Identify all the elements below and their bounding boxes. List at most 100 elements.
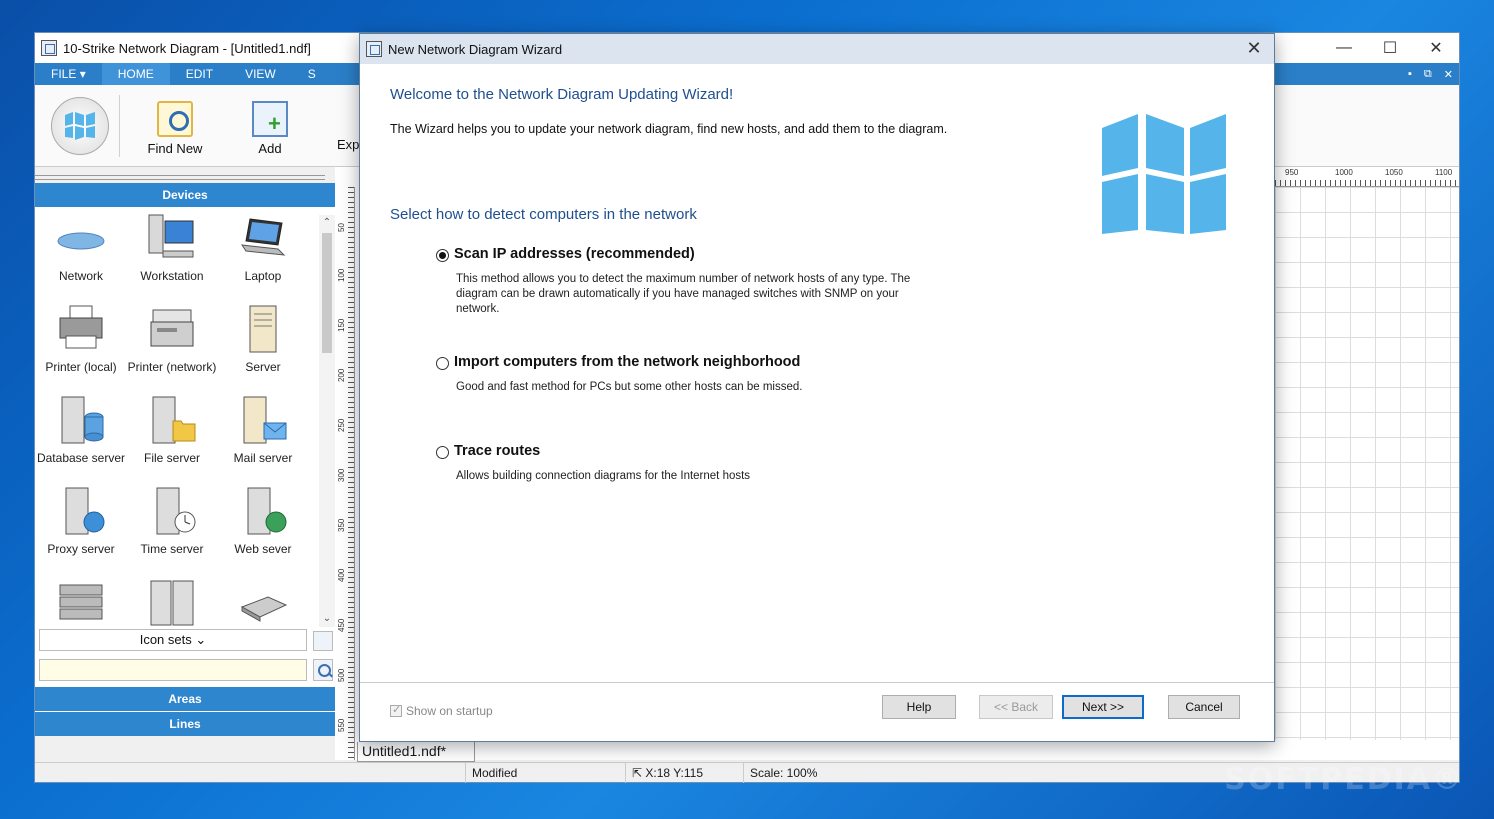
device-proxy-server[interactable]: Proxy server: [35, 486, 127, 557]
panel-grip[interactable]: [35, 175, 325, 180]
router-icon: [238, 577, 288, 627]
devices-scrollbar[interactable]: ⌃ ⌄: [319, 215, 335, 627]
time-server-icon: [147, 486, 197, 536]
window-controls: — ☐ ✕: [1321, 33, 1459, 63]
close-icon[interactable]: ✕: [1413, 33, 1459, 63]
status-coords: ⇱ X:18 Y:115: [625, 763, 743, 783]
device-mail-server[interactable]: Mail server: [217, 395, 309, 466]
device-label: Network: [58, 269, 103, 283]
device-web-server[interactable]: Web sever: [217, 486, 309, 557]
add-label: Add: [258, 141, 282, 156]
add-icon: [252, 101, 288, 137]
status-coords-label: X:18 Y:115: [645, 766, 704, 780]
icon-settings-button[interactable]: [313, 631, 333, 651]
ruler-v-label: 200: [337, 368, 346, 382]
wizard-title: New Network Diagram Wizard: [388, 41, 563, 57]
app-menu-button[interactable]: [51, 97, 109, 155]
ruler-v-label: 550: [337, 718, 346, 732]
device-label: Web sever: [234, 542, 292, 556]
device-server[interactable]: Server: [217, 304, 309, 375]
radio-import-neighborhood[interactable]: [436, 357, 449, 370]
left-panel: Devices Network Workstation Laptop Print…: [35, 175, 335, 736]
app-icon: [41, 40, 57, 56]
chevron-down-icon: ▾: [79, 67, 86, 81]
printer-icon: [56, 304, 106, 354]
device-label: Time server: [140, 542, 204, 556]
help-button[interactable]: Help: [882, 695, 956, 719]
pointer-icon: ⇱: [632, 766, 643, 780]
ribbon-separator: [119, 95, 120, 157]
vertical-ruler: 50 100 150 200 250 300 350 400 450 500 5…: [335, 187, 355, 760]
switch-stack-icon: [56, 577, 106, 627]
device-printer-network[interactable]: Printer (network): [126, 304, 218, 375]
workstation-icon: [147, 213, 197, 263]
areas-header[interactable]: Areas: [35, 687, 335, 711]
device-label: Printer (network): [127, 360, 217, 374]
device-label: Workstation: [140, 269, 204, 283]
devices-grid: Network Workstation Laptop Printer (loca: [35, 213, 317, 627]
search-input[interactable]: [39, 659, 307, 681]
wizard-dialog: New Network Diagram Wizard ✕ Welcome to …: [359, 33, 1275, 742]
radio-trace-routes[interactable]: [436, 446, 449, 459]
icon-sets-label: Icon sets: [139, 632, 192, 647]
device-label: Server: [245, 360, 281, 374]
tab-file[interactable]: FILE ▾: [35, 63, 102, 85]
device-label: Laptop: [244, 269, 282, 283]
icon-sets-dropdown[interactable]: Icon sets ⌄: [39, 629, 307, 651]
device-rack[interactable]: [126, 577, 218, 627]
network-printer-icon: [147, 304, 197, 354]
close-icon[interactable]: ✕: [1242, 36, 1266, 60]
scroll-up-icon[interactable]: ⌃: [319, 215, 335, 231]
tab-view[interactable]: VIEW: [229, 63, 292, 85]
tab-home[interactable]: HOME: [101, 63, 170, 85]
device-switch[interactable]: [35, 577, 127, 627]
find-new-button[interactable]: Find New: [145, 101, 205, 156]
ruler-v-label: 250: [337, 418, 346, 432]
tab-s[interactable]: S: [292, 63, 332, 85]
add-button[interactable]: Add: [245, 101, 295, 156]
cloud-icon: [56, 213, 106, 263]
device-printer-local[interactable]: Printer (local): [35, 304, 127, 375]
windows-logo-icon: [1102, 114, 1226, 234]
device-label: Printer (local): [45, 360, 117, 374]
chevron-down-icon: ⌄: [195, 632, 207, 647]
wizard-app-icon: [366, 41, 382, 57]
device-file-server[interactable]: File server: [126, 395, 218, 466]
device-laptop[interactable]: Laptop: [217, 213, 309, 284]
minimize-icon[interactable]: —: [1321, 33, 1367, 63]
device-label: File server: [143, 451, 200, 465]
ruler-v-label: 450: [337, 618, 346, 632]
devices-header[interactable]: Devices: [35, 183, 335, 207]
wizard-subheading: Select how to detect computers in the ne…: [390, 206, 697, 223]
scroll-thumb[interactable]: [322, 233, 332, 353]
option-desc: Allows building connection diagrams for …: [456, 470, 751, 482]
mail-server-icon: [238, 395, 288, 445]
maximize-icon[interactable]: ☐: [1367, 33, 1413, 63]
server-icon: [238, 304, 288, 354]
tab-edit[interactable]: EDIT: [170, 63, 229, 85]
device-time-server[interactable]: Time server: [126, 486, 218, 557]
mdi-restore-icon[interactable]: ⧉: [1424, 68, 1432, 81]
search-icon[interactable]: [313, 659, 333, 681]
device-workstation[interactable]: Workstation: [126, 213, 218, 284]
device-router[interactable]: [217, 577, 309, 627]
next-button[interactable]: Next >>: [1062, 695, 1144, 719]
lines-header[interactable]: Lines: [35, 712, 335, 736]
back-button[interactable]: << Back: [979, 695, 1053, 719]
radio-scan-ip[interactable]: [436, 249, 449, 262]
option-desc: This method allows you to detect the max…: [456, 273, 911, 315]
device-database-server[interactable]: Database server: [35, 395, 127, 466]
show-on-startup-checkbox[interactable]: Show on startup: [390, 703, 493, 718]
wizard-titlebar: New Network Diagram Wizard ✕: [360, 34, 1274, 64]
ruler-v-label: 50: [337, 223, 346, 232]
mdi-close-icon[interactable]: ✕: [1444, 68, 1453, 81]
rack-icon: [147, 577, 197, 627]
mdi-minimize-icon[interactable]: ▪: [1408, 68, 1412, 80]
ruler-h-label: 1100: [1435, 168, 1453, 177]
device-network[interactable]: Network: [35, 213, 127, 284]
cancel-button[interactable]: Cancel: [1168, 695, 1240, 719]
option-label: Trace routes: [454, 443, 541, 459]
wizard-heading: Welcome to the Network Diagram Updating …: [390, 86, 734, 103]
document-tab[interactable]: Untitled1.ndf*: [357, 742, 475, 762]
scroll-down-icon[interactable]: ⌄: [319, 611, 335, 627]
